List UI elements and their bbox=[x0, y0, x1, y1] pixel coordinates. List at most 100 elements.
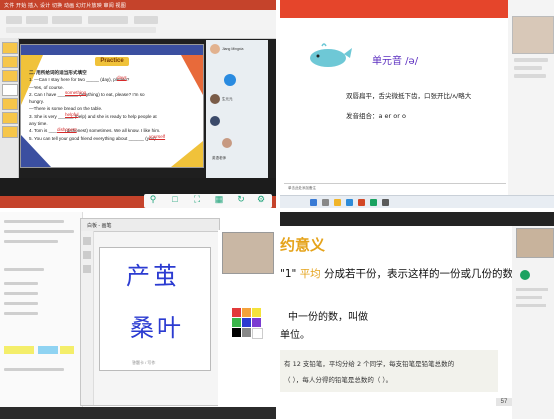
slide-thumbnail[interactable] bbox=[2, 56, 18, 68]
avatar[interactable] bbox=[210, 116, 220, 126]
color-swatch-red[interactable] bbox=[232, 308, 241, 317]
slide-thumbnail[interactable] bbox=[2, 126, 18, 138]
exercise-line: hungry. bbox=[29, 99, 44, 105]
color-swatch-black[interactable] bbox=[232, 328, 241, 337]
ppt-english-window: 文件 开始 插入 设计 切换 动画 幻灯片放映 审阅 视图 Practice 二… bbox=[0, 0, 276, 208]
avatar[interactable] bbox=[210, 94, 220, 104]
start-icon[interactable] bbox=[310, 199, 317, 206]
app-icon[interactable] bbox=[382, 199, 389, 206]
search-icon[interactable] bbox=[322, 199, 329, 206]
participant-video[interactable] bbox=[512, 16, 554, 54]
expand-icon[interactable]: ⛶ bbox=[192, 194, 202, 204]
handwriting-line-1: 产茧 bbox=[126, 262, 180, 290]
eraser-icon[interactable] bbox=[83, 251, 91, 259]
pronunciation-rule: 双唇扁平，舌尖微抵下齿，口张开比/ʌ/略大 bbox=[346, 92, 472, 100]
practice-label: Practice bbox=[95, 57, 129, 66]
ribbon-paragraph-button[interactable] bbox=[52, 16, 82, 24]
avatar[interactable] bbox=[224, 74, 236, 86]
ribbon-paste-button[interactable] bbox=[6, 16, 22, 24]
participant-video[interactable] bbox=[516, 228, 554, 258]
join-button[interactable] bbox=[520, 270, 530, 280]
definition-line-3: 单位。 bbox=[280, 330, 310, 341]
color-swatch-blue[interactable] bbox=[242, 318, 251, 327]
meeting-toolbar: ⚲ □ ⛶ ▦ ↻ ⚙ bbox=[144, 194, 272, 208]
pen-toolbar bbox=[81, 231, 94, 405]
toolbar-line bbox=[4, 240, 58, 243]
participant-name: 生元元 bbox=[222, 97, 233, 101]
participant-name: Jiang Mingxia bbox=[222, 47, 244, 51]
whiteboard-titlebar: 白板 - 画笔 bbox=[81, 219, 219, 232]
gear-icon[interactable]: ⚙ bbox=[256, 194, 266, 204]
panel-line bbox=[516, 288, 548, 291]
paper-caption: 答题卡 / 写作 bbox=[132, 360, 156, 365]
ppt-phonics-window: 单元音 /ə/ 双唇扁平，舌尖微抵下齿，口张开比/ʌ/略大 发音组合：a er … bbox=[280, 0, 554, 208]
slide-canvas[interactable]: 单元音 /ə/ 双唇扁平，舌尖微抵下齿，口张开比/ʌ/略大 发音组合：a er … bbox=[286, 18, 506, 180]
whiteboard-panel: 白板 - 画笔 产茧 桑叶 答题卡 / 写作 bbox=[80, 218, 220, 406]
notes-divider bbox=[284, 183, 506, 184]
answer-3: helpful bbox=[65, 112, 79, 117]
document-icon[interactable]: □ bbox=[170, 194, 180, 204]
problem-text-1: 有 12 支铅笔，平均分给 2 个同学，每支铅笔是铅笔总数的 bbox=[284, 360, 455, 368]
ribbon-font-button[interactable] bbox=[26, 16, 48, 24]
highlighted-text bbox=[4, 346, 74, 354]
slide-thumbnail[interactable] bbox=[2, 70, 18, 82]
exercise-line: 1. —Can I stay here for two _____ (day),… bbox=[29, 77, 130, 83]
panel-line bbox=[514, 58, 548, 62]
exercise-line: 5. You can tell your good friend everyth… bbox=[29, 135, 157, 141]
letter-combinations: 发音组合：a er or o bbox=[346, 112, 406, 120]
avatar[interactable] bbox=[210, 44, 220, 54]
window-titlebar bbox=[280, 212, 554, 226]
slide-thumbnail[interactable] bbox=[2, 84, 18, 96]
slide-thumbnail[interactable] bbox=[2, 98, 18, 110]
whale-icon bbox=[310, 43, 352, 67]
ribbon-group-labels bbox=[6, 27, 156, 33]
pen-icon[interactable] bbox=[83, 237, 91, 245]
text-line bbox=[4, 312, 38, 315]
slide-thumbnail[interactable] bbox=[2, 42, 18, 54]
document-sidebar bbox=[0, 212, 83, 407]
answer-2: something bbox=[65, 90, 87, 95]
writing-paper[interactable]: 产茧 桑叶 答题卡 / 写作 bbox=[99, 247, 211, 371]
color-swatch-yellow[interactable] bbox=[252, 308, 261, 317]
windows-taskbar bbox=[0, 407, 276, 419]
color-swatch-orange[interactable] bbox=[242, 308, 251, 317]
color-swatch-white[interactable] bbox=[252, 328, 263, 339]
ribbon-drawing-button[interactable] bbox=[88, 16, 128, 24]
slide-heading: 约意义 bbox=[280, 236, 326, 254]
notes-placeholder[interactable]: 单击此处添加备注 bbox=[288, 186, 316, 191]
slide-thumbnail[interactable] bbox=[2, 112, 18, 124]
ppt-ribbon-tabs[interactable]: 文件 开始 插入 设计 切换 动画 幻灯片放映 审阅 视图 bbox=[4, 2, 126, 9]
folder-icon[interactable] bbox=[334, 199, 341, 206]
color-swatch-green[interactable] bbox=[232, 318, 241, 327]
browser-icon[interactable] bbox=[346, 199, 353, 206]
panel-line bbox=[516, 304, 546, 307]
color-swatch-gray[interactable] bbox=[242, 328, 251, 337]
undo-icon[interactable] bbox=[83, 265, 91, 273]
powerpoint-icon[interactable] bbox=[358, 199, 365, 206]
example-problem-box: 有 12 支铅笔，平均分给 2 个同学，每支铅笔是铅笔总数的 （ ），每人分得的… bbox=[280, 350, 498, 392]
grid-icon[interactable]: ▦ bbox=[214, 194, 224, 204]
slide-title: 单元音 /ə/ bbox=[372, 56, 419, 67]
toolbar-line bbox=[4, 230, 74, 233]
exercise-line: 3. She is very ______ (help) and she is … bbox=[29, 113, 157, 119]
text-line bbox=[4, 368, 64, 371]
slide-canvas[interactable]: Practice 二. 用所给词的适当形式填空 1. —Can I stay h… bbox=[20, 44, 204, 168]
panel-line bbox=[516, 296, 542, 299]
text-line bbox=[4, 268, 44, 271]
definition-line: "1" 平均 分成若干份，表示这样的一份或几份的数 bbox=[280, 266, 513, 281]
participant-name: 英语老师 bbox=[212, 156, 226, 160]
participant-video[interactable] bbox=[222, 232, 274, 274]
answer-1: days bbox=[117, 75, 127, 80]
meeting-app-icon[interactable] bbox=[370, 199, 377, 206]
exercise-line: —There is some bread on the table. bbox=[29, 106, 103, 112]
refresh-icon[interactable]: ↻ bbox=[236, 194, 246, 204]
color-swatch-purple[interactable] bbox=[252, 318, 261, 327]
search-icon[interactable]: ⚲ bbox=[148, 194, 158, 204]
avatar[interactable] bbox=[222, 138, 232, 148]
text-line bbox=[4, 292, 38, 295]
text-line bbox=[4, 302, 38, 305]
ribbon-editing-button[interactable] bbox=[134, 16, 158, 24]
exercise-line: 2. Can I have ________ (anything) to eat… bbox=[29, 91, 145, 97]
windows-taskbar bbox=[280, 195, 554, 208]
ppt-ribbon bbox=[0, 10, 276, 39]
